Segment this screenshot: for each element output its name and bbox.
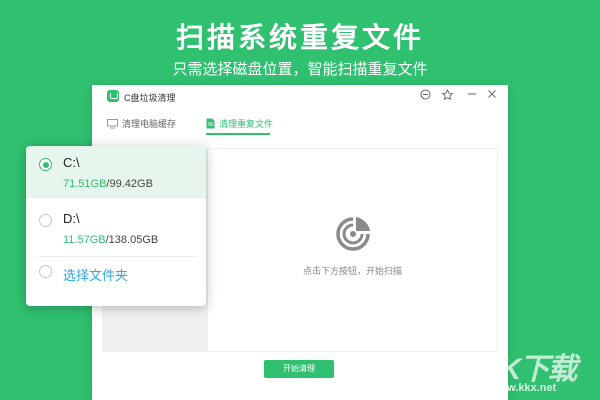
close-icon[interactable] (485, 89, 499, 103)
drive-name: D:\ (63, 211, 80, 226)
tab-label: 清理重复文件 (219, 119, 274, 129)
drive-dropdown: C:\ 71.51GB/99.42GB D:\ 11.57GB/138.05GB… (26, 146, 206, 306)
tab-bar: 清理电脑缓存 清理重复文件 (92, 113, 508, 135)
monitor-icon (107, 119, 118, 131)
banner-title: 扫描系统重复文件 (175, 22, 424, 53)
choose-folder-link[interactable]: 选择文件夹 (63, 265, 128, 284)
title-bar: C盘垃圾清理 (92, 85, 508, 109)
app-logo-icon (107, 90, 119, 102)
radio-button[interactable] (39, 214, 52, 227)
radio-button[interactable] (39, 158, 52, 171)
tab-clean-duplicates[interactable]: 清理重复文件 (206, 117, 273, 131)
watermark-url: www.kkx.net (490, 382, 557, 394)
skin-icon[interactable] (440, 88, 454, 103)
drive-used: 11.57GB (63, 234, 106, 246)
active-tab-indicator (206, 133, 270, 135)
minimize-icon[interactable] (465, 89, 479, 103)
drive-name: C:\ (63, 155, 80, 170)
result-panel: 点击下方按钮，开始扫描 (208, 149, 497, 351)
app-title: C盘垃圾清理 (124, 93, 176, 103)
tab-clean-cache[interactable]: 清理电脑缓存 (107, 117, 176, 131)
divider (38, 256, 198, 257)
drive-capacity: 71.51GB/99.42GB (63, 178, 153, 190)
drive-used: 71.51GB (63, 178, 107, 190)
drive-option-c[interactable]: C:\ 71.51GB/99.42GB (26, 146, 206, 198)
file-icon (206, 118, 215, 131)
watermark: KK下载 www.kkx.net (480, 344, 592, 400)
choose-folder-radio[interactable] (39, 265, 52, 278)
scan-radar-icon (336, 217, 370, 251)
feedback-icon[interactable] (418, 89, 432, 103)
empty-state-text: 点击下方按钮，开始扫描 (302, 266, 402, 276)
tab-label: 清理电脑缓存 (122, 119, 177, 129)
drive-total: 138.05GB (108, 234, 159, 246)
start-clean-button[interactable]: 开始清理 (264, 360, 334, 378)
drive-option-d[interactable]: D:\ 11.57GB/138.05GB (26, 202, 206, 254)
banner-subtitle: 只需选择磁盘位置，智能扫描重复文件 (172, 61, 428, 78)
drive-capacity: 11.57GB/138.05GB (63, 234, 158, 246)
drive-total: 99.42GB (109, 178, 153, 190)
